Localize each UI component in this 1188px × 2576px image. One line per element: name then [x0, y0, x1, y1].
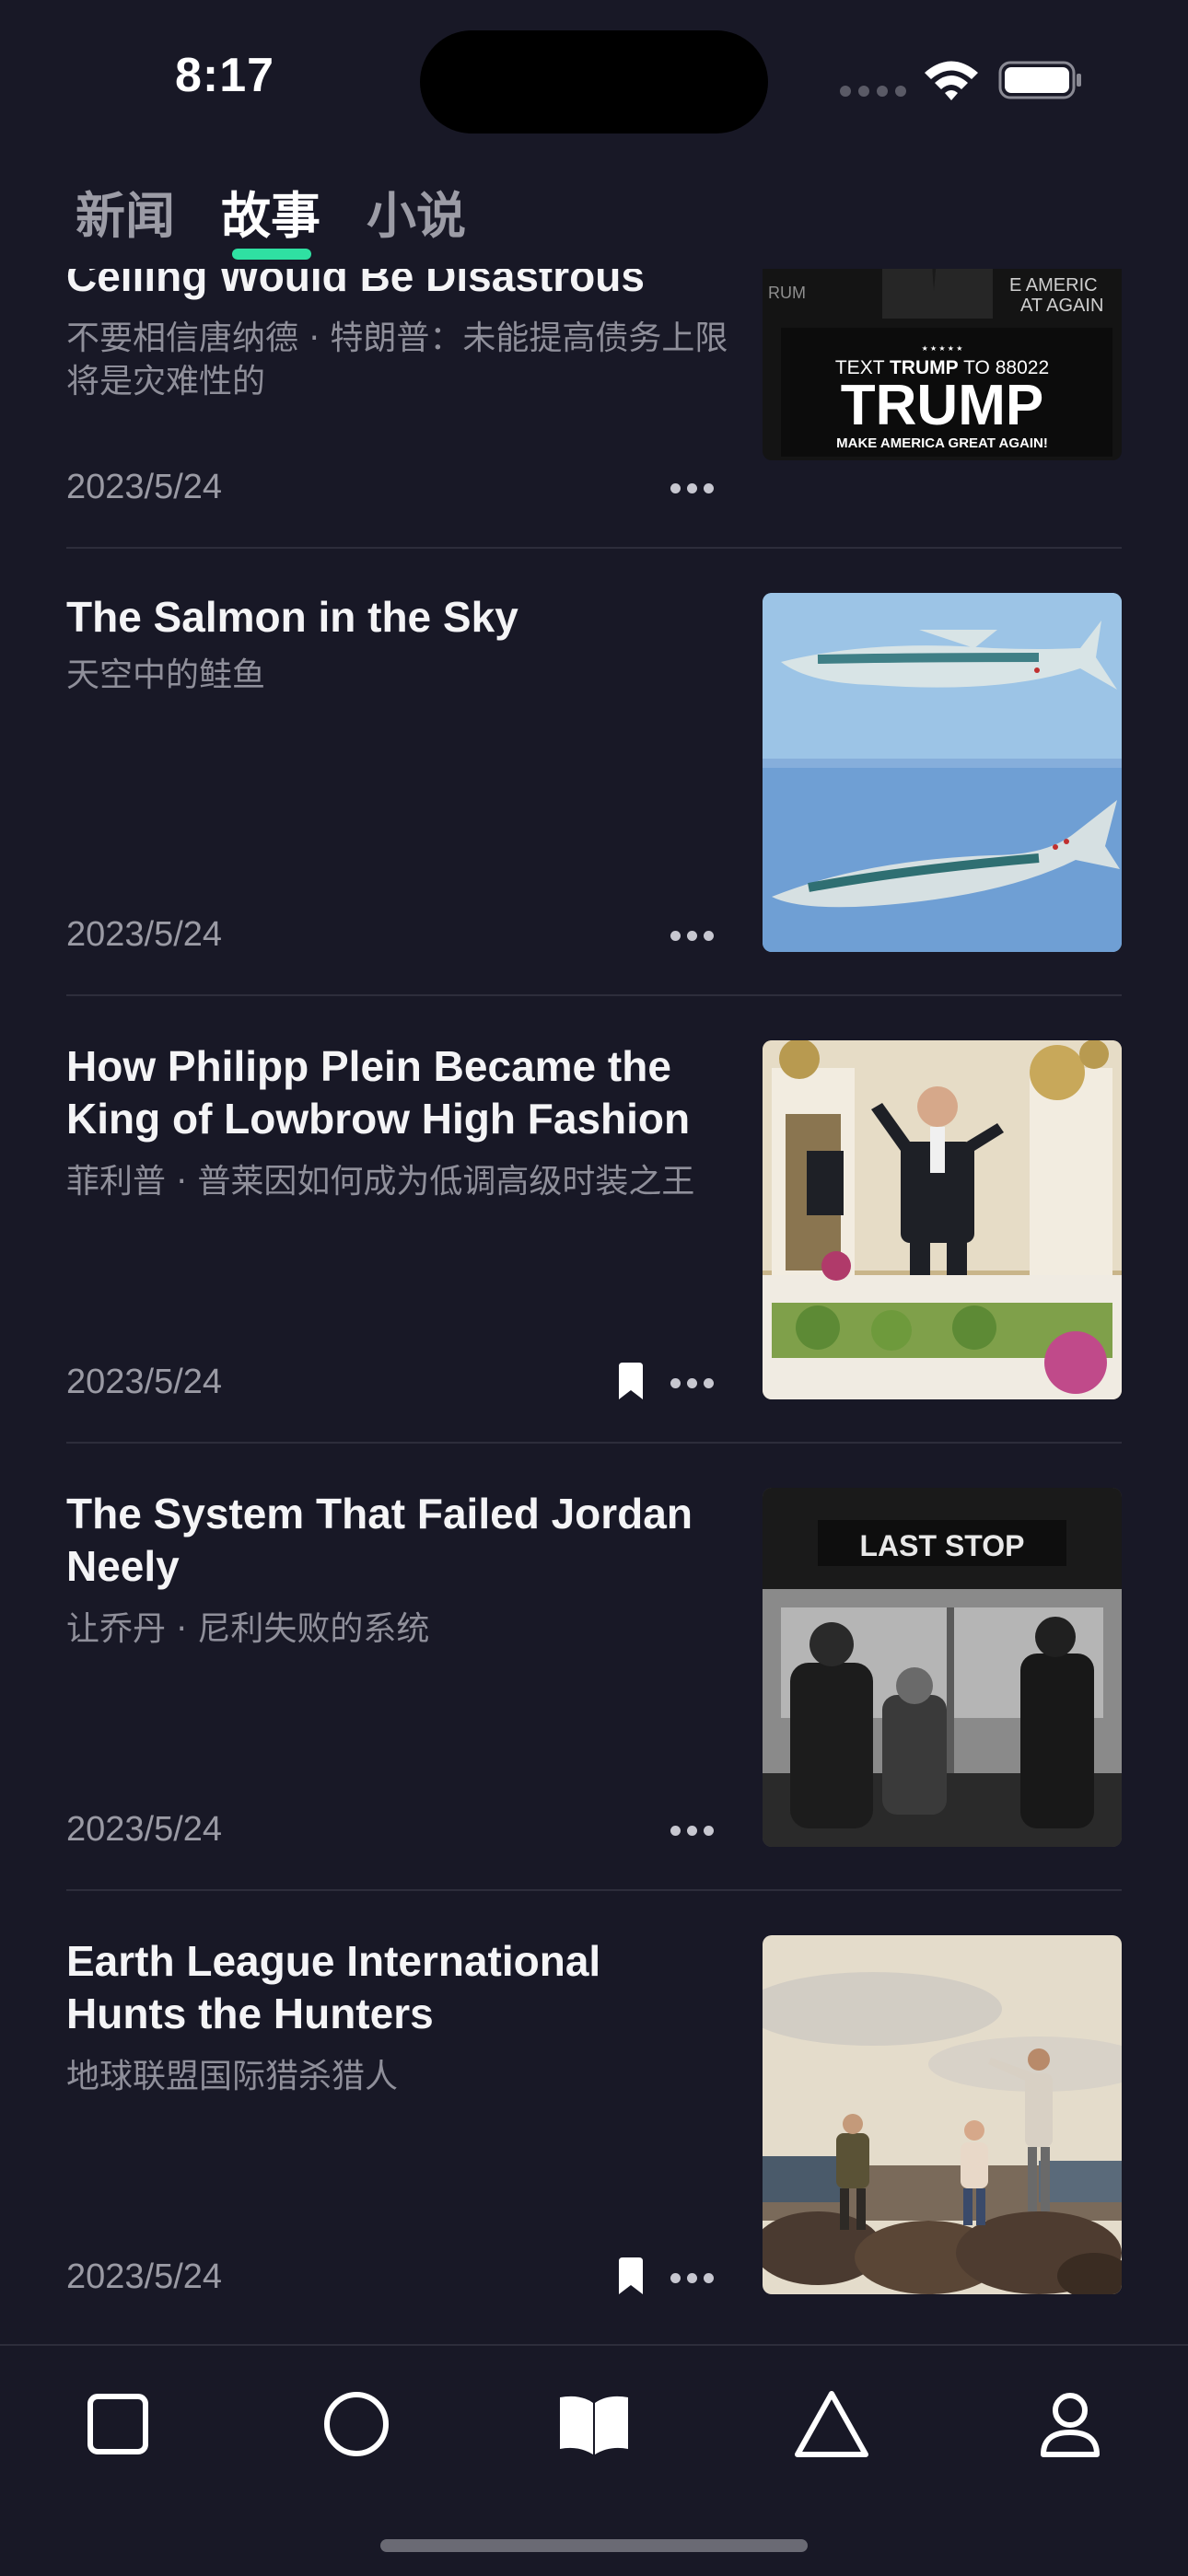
more-options-icon[interactable] [670, 483, 715, 498]
more-options-icon[interactable] [670, 931, 715, 946]
circle-icon[interactable] [315, 2383, 398, 2466]
story-feed[interactable]: Ceiling Would Be Disastrous 不要相信唐纳德 · 特朗… [0, 269, 1188, 2344]
story-thumbnail[interactable] [763, 1040, 1122, 1399]
story-subtitle: 地球联盟国际猎杀猎人 [66, 2058, 399, 2095]
story-subtitle: 天空中的鲑鱼 [66, 656, 266, 694]
svg-text:★ ★ ★ ★ ★: ★ ★ ★ ★ ★ [922, 344, 963, 353]
story-thumbnail[interactable] [763, 1935, 1122, 2294]
active-tab-indicator [232, 249, 311, 260]
svg-text:AT AGAIN: AT AGAIN [1020, 296, 1103, 316]
story-thumbnail[interactable]: LAST STOP [763, 1488, 1122, 1847]
dynamic-island [420, 30, 768, 133]
story-title[interactable]: The System That Failed Jordan Neely [66, 1488, 729, 1593]
story-item[interactable]: The Salmon in the Sky 天空中的鲑鱼 2023/5/24 [66, 549, 1122, 996]
story-date: 2023/5/24 [66, 2257, 223, 2296]
svg-text:RUM: RUM [768, 284, 806, 302]
svg-text:MAKE AMERICA GREAT AGAIN!: MAKE AMERICA GREAT AGAIN! [836, 435, 1048, 451]
story-subtitle: 菲利普 · 普莱因如何成为低调高级时装之王 [66, 1163, 695, 1201]
battery-icon [998, 61, 1081, 99]
thumbnail-image [763, 593, 1122, 952]
thumbnail-image [763, 1040, 1122, 1399]
story-date: 2023/5/24 [66, 1363, 223, 1401]
story-date: 2023/5/24 [66, 915, 223, 954]
tab-fiction[interactable]: 小说 [367, 175, 466, 248]
triangle-icon[interactable] [790, 2383, 873, 2466]
story-title[interactable]: Earth League International Hunts the Hun… [66, 1935, 729, 2040]
story-item[interactable]: Ceiling Would Be Disastrous 不要相信唐纳德 · 特朗… [66, 269, 1122, 549]
tab-news[interactable]: 新闻 [76, 175, 175, 248]
thumbnail-image [763, 1935, 1122, 2294]
story-date: 2023/5/24 [66, 1810, 223, 1849]
tab-stories[interactable]: 故事 [221, 175, 320, 260]
status-bar: 8:17 [0, 0, 1188, 157]
story-title[interactable]: Ceiling Would Be Disastrous [66, 269, 729, 303]
wifi-icon [925, 61, 978, 100]
svg-text:E AMERIC: E AMERIC [1009, 275, 1098, 296]
story-item[interactable]: The System That Failed Jordan Neely 让乔丹 … [66, 1444, 1122, 1891]
home-indicator [380, 2539, 808, 2552]
story-subtitle: 不要相信唐纳德 · 特朗普：未能提高债务上限将是灾难性的 [66, 319, 728, 400]
bookmark-icon[interactable] [617, 1363, 645, 1399]
more-options-icon[interactable] [670, 1378, 715, 1393]
book-icon[interactable] [553, 2383, 635, 2466]
story-date: 2023/5/24 [66, 468, 223, 506]
more-options-icon[interactable] [670, 2273, 715, 2288]
story-subtitle: 让乔丹 · 尼利失败的系统 [66, 1610, 430, 1648]
story-thumbnail[interactable] [763, 593, 1122, 952]
more-options-icon[interactable] [670, 1826, 715, 1840]
thumbnail-image: E AMERIC AT AGAIN RUM ★ ★ ★ ★ ★ TEXT TRU… [763, 269, 1122, 460]
cellular-signal-icon [840, 86, 906, 97]
story-item[interactable]: How Philipp Plein Became the King of Low… [66, 996, 1122, 1444]
story-title[interactable]: How Philipp Plein Became the King of Low… [66, 1040, 729, 1145]
story-title[interactable]: The Salmon in the Sky [66, 591, 729, 644]
bookmark-icon[interactable] [617, 2257, 645, 2294]
person-icon[interactable] [1029, 2383, 1112, 2466]
section-tabs: 新闻 故事 小说 [76, 175, 466, 267]
story-thumbnail[interactable]: E AMERIC AT AGAIN RUM ★ ★ ★ ★ ★ TEXT TRU… [763, 269, 1122, 460]
story-item[interactable]: Earth League International Hunts the Hun… [66, 1891, 1122, 2338]
thumbnail-image: LAST STOP [763, 1488, 1122, 1847]
svg-text:LAST STOP: LAST STOP [860, 1529, 1025, 1562]
square-icon[interactable] [76, 2383, 159, 2466]
status-time: 8:17 [175, 49, 275, 102]
svg-text:TRUMP: TRUMP [841, 374, 1043, 437]
